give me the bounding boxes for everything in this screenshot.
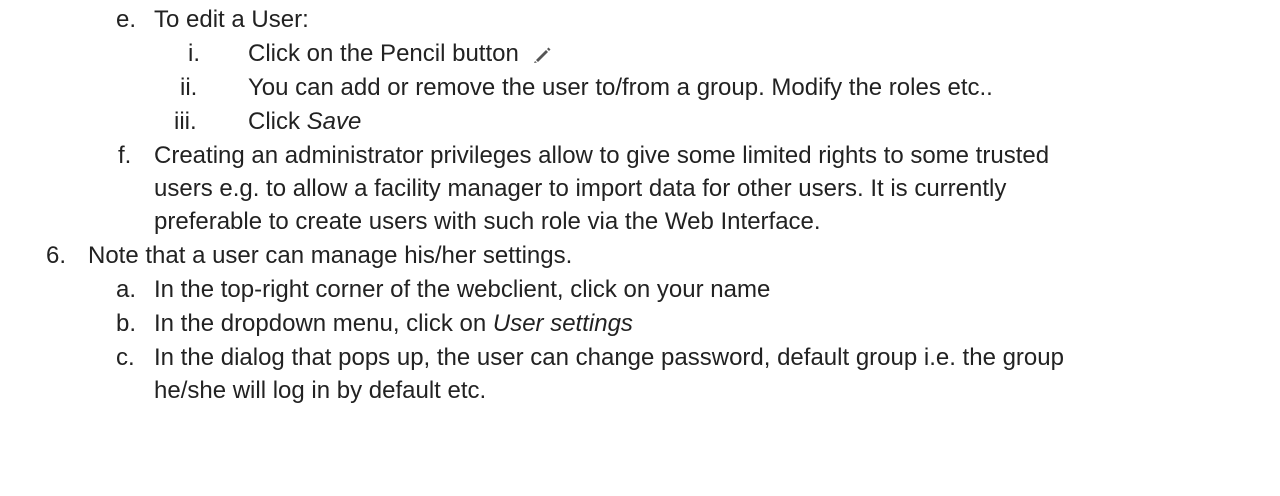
list-item-text: To edit a User: [154,6,309,33]
list-item-text-wrapper: In the dropdown menu, click on User sett… [154,308,633,340]
list-marker: b. [116,310,137,337]
list-marker: ii. [180,74,198,101]
list-item-text: Note that a user can manage his/her sett… [88,242,573,269]
list-item-text-line: preferable to create users with such rol… [154,208,821,235]
list-item-text-wrapper: Click Save [248,106,361,138]
list-marker: iii. [174,108,197,135]
list-item-text: In the dropdown menu, click on [154,310,493,337]
list-item-text: In the top-right corner of the webclient… [154,276,771,303]
list-item-text-line: Creating an administrator privileges all… [154,142,1050,169]
list-item-text: Click [248,108,307,135]
list-marker: e. [116,6,137,33]
list-marker: i. [188,40,200,67]
emphasis-text: User settings [492,310,633,337]
emphasis-text: Save [306,108,362,135]
list-item-text-line: In the dialog that pops up, the user can… [154,344,1064,371]
document-page: { "items": [ {"marker": "e.", "text": "T… [0,0,1280,496]
list-item-text-line: users e.g. to allow a facility manager t… [154,175,1007,202]
list-item-text-line: he/she will log in by default etc. [154,377,487,404]
list-marker: f. [118,142,132,169]
list-marker: c. [116,344,135,371]
list-item-text-wrapper: Click on the Pencil button [248,38,552,70]
list-item-text: Click on the Pencil button [248,40,519,67]
list-marker: 6. [46,242,67,269]
list-item-text: You can add or remove the user to/from a… [248,74,993,101]
list-marker: a. [116,276,137,303]
pencil-icon [530,40,552,63]
